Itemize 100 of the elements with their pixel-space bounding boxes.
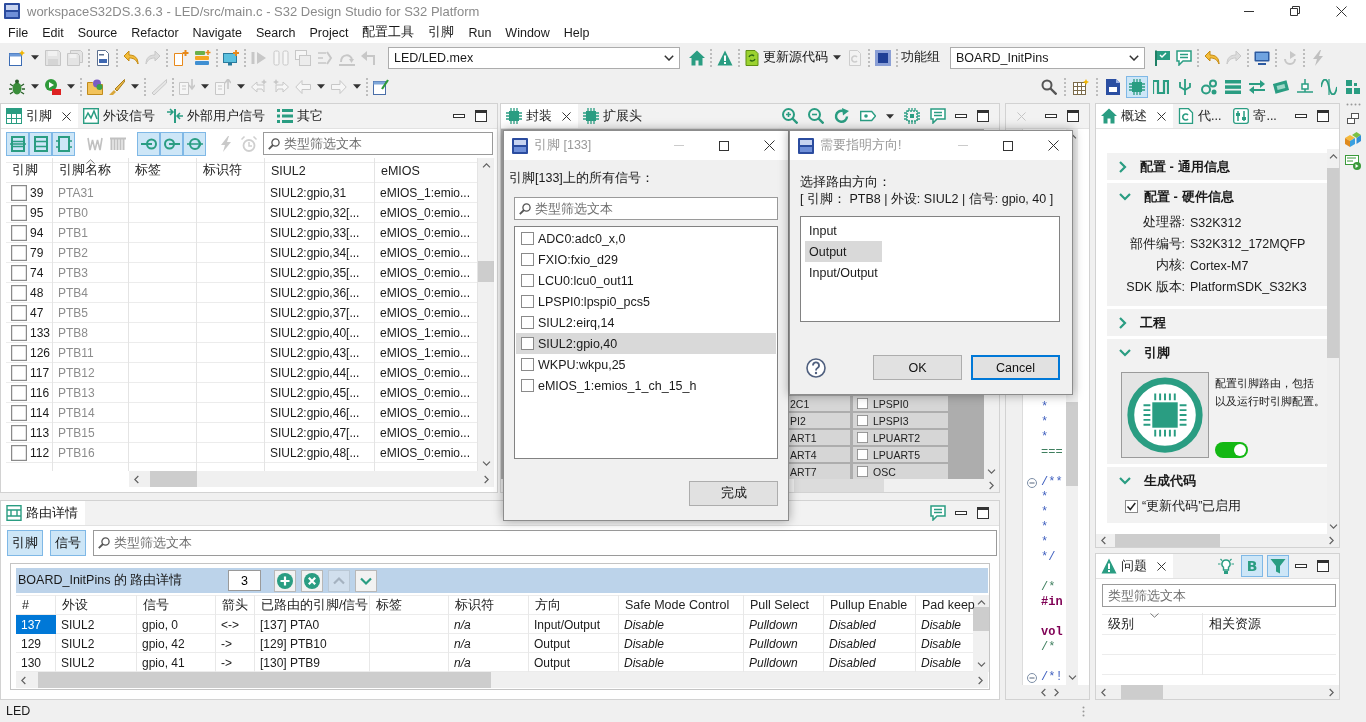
restore-icon[interactable]	[1347, 113, 1359, 124]
checkbox[interactable]	[11, 385, 27, 401]
close-icon[interactable]	[1157, 561, 1166, 571]
tab[interactable]: 路由详情	[1, 501, 85, 525]
restore-icon[interactable]	[1290, 6, 1300, 16]
menu-item[interactable]: Navigate	[185, 25, 249, 40]
checkbox[interactable]	[11, 205, 27, 221]
toggle-button[interactable]: 引脚	[7, 530, 43, 556]
column-header[interactable]: 外设	[56, 595, 137, 615]
search-field[interactable]: 类型筛选文本	[263, 132, 493, 155]
chevron-down-icon[interactable]	[355, 569, 377, 592]
dropdown[interactable]: BOARD_InitPins	[950, 46, 1145, 69]
horizontal-scrollbar[interactable]	[129, 471, 494, 487]
folder-icon[interactable]	[87, 78, 103, 95]
caret-icon[interactable]	[31, 84, 39, 89]
checkbox[interactable]	[11, 265, 27, 281]
zoom-in-icon[interactable]	[782, 108, 798, 124]
undo-icon[interactable]	[123, 49, 139, 66]
column-header[interactable]: Pullup Enable	[824, 595, 916, 615]
scrollbar-thumb[interactable]	[1115, 534, 1220, 547]
toggle-switch[interactable]	[1215, 442, 1248, 458]
bug-icon[interactable]	[9, 78, 25, 95]
section-header[interactable]: 引脚	[1107, 339, 1327, 366]
tab[interactable]: 代...	[1173, 104, 1229, 128]
number-field[interactable]: 3	[228, 570, 261, 591]
vertical-scrollbar[interactable]	[1327, 149, 1339, 534]
checkbox[interactable]	[11, 425, 27, 441]
scrollbar-thumb[interactable]	[38, 672, 491, 688]
minimize-icon[interactable]	[955, 511, 967, 515]
minimize-icon[interactable]	[453, 114, 465, 118]
close-icon[interactable]	[62, 111, 71, 121]
close-icon[interactable]	[1336, 5, 1347, 17]
minimize-icon[interactable]	[1295, 114, 1307, 118]
toggle-button[interactable]	[1126, 75, 1148, 98]
menu-item[interactable]: 配置工具	[355, 24, 422, 41]
checkbox[interactable]	[857, 432, 868, 443]
maximize-icon[interactable]	[977, 507, 989, 519]
tab[interactable]: 其它	[272, 104, 330, 128]
x-circle-icon[interactable]	[301, 569, 323, 592]
cubes-icon[interactable]	[1345, 131, 1361, 147]
caret-icon[interactable]	[886, 113, 894, 119]
column-header[interactable]: 引脚	[6, 158, 53, 183]
close-icon[interactable]	[1048, 140, 1059, 151]
scrollbar-thumb[interactable]	[794, 479, 884, 492]
list-item[interactable]: ADC0:adc0_x,0	[516, 228, 776, 249]
table-cell[interactable]: 129	[16, 634, 56, 653]
plus-circle-icon[interactable]	[274, 569, 296, 592]
document-icon[interactable]	[95, 49, 111, 66]
section-header[interactable]: 生成代码	[1107, 467, 1327, 494]
menu-item[interactable]: Source	[70, 25, 125, 40]
caret-icon[interactable]	[131, 84, 139, 89]
checkbox[interactable]	[521, 274, 534, 287]
caret-icon[interactable]	[67, 84, 75, 89]
column-header[interactable]: Pull Select	[744, 595, 824, 615]
list-item[interactable]: LCU0:lcu0_out11	[516, 270, 776, 291]
help-icon[interactable]	[806, 357, 826, 378]
menu-item[interactable]: Help	[556, 25, 597, 40]
dialog-button[interactable]: Cancel	[971, 355, 1060, 380]
menu-item[interactable]: Refactor	[124, 25, 186, 40]
menu-item[interactable]: Run	[461, 25, 499, 40]
checkbox[interactable]	[521, 253, 534, 266]
home-icon[interactable]	[689, 49, 705, 66]
checkbox[interactable]	[521, 316, 534, 329]
menu-item[interactable]: Window	[498, 25, 557, 40]
comment-icon[interactable]	[930, 108, 946, 124]
section-header[interactable]: 工程	[1107, 309, 1327, 336]
menu-item[interactable]: Edit	[35, 25, 71, 40]
list-item[interactable]: FXIO:fxio_d29	[516, 249, 776, 270]
checkbox[interactable]	[857, 449, 868, 460]
column-header[interactable]: 相关资源	[1203, 613, 1336, 635]
caret-icon[interactable]	[833, 55, 841, 60]
column-header[interactable]: 标签	[370, 595, 449, 615]
checkbox[interactable]	[521, 295, 534, 308]
column-header[interactable]: 引脚名称	[53, 158, 129, 183]
tab[interactable]: 封装	[501, 104, 578, 128]
menu-item[interactable]: 引脚	[421, 24, 462, 41]
column-header[interactable]: #	[16, 595, 56, 615]
table-cell[interactable]: 137	[16, 615, 56, 634]
minimize-icon[interactable]	[1295, 564, 1307, 568]
checkbox[interactable]	[11, 245, 27, 261]
rotate-icon[interactable]	[834, 108, 850, 124]
column-header[interactable]: 已路由的引脚/信号	[255, 595, 370, 615]
minimize-icon[interactable]	[1244, 10, 1254, 12]
list-item[interactable]: SIUL2:gpio,40	[516, 333, 776, 354]
tab[interactable]: 外部用户信号	[162, 104, 272, 128]
checkbox[interactable]	[11, 185, 27, 201]
menu-item[interactable]: Search	[248, 25, 303, 40]
close-icon[interactable]	[764, 140, 775, 151]
done-button[interactable]: 完成	[689, 481, 778, 506]
note-icon[interactable]	[373, 78, 389, 95]
flag-icon[interactable]	[1154, 49, 1170, 66]
minimize-icon[interactable]	[955, 114, 967, 118]
column-header[interactable]: 标识符	[449, 595, 529, 615]
undo-icon[interactable]	[1204, 49, 1220, 66]
new-file-icon[interactable]	[173, 49, 189, 66]
checkbox[interactable]	[11, 325, 27, 341]
column-header[interactable]: eMIOS	[375, 158, 478, 183]
dialog-button[interactable]: OK	[873, 355, 962, 380]
vertical-scrollbar[interactable]	[973, 595, 989, 672]
checkbox[interactable]	[521, 358, 534, 371]
